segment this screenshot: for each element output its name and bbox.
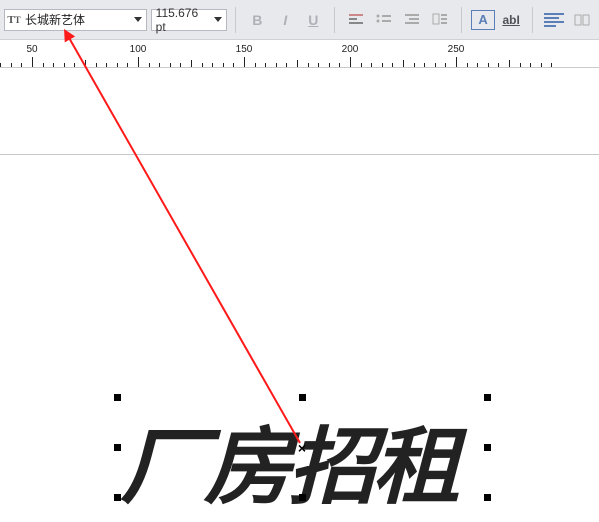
selection-handle-mr[interactable] [484,444,491,451]
ruler-label: 100 [130,44,147,55]
separator [334,7,335,33]
char-format-button[interactable]: A [470,7,496,33]
align-button-1[interactable] [343,7,369,33]
selection-handle-br[interactable] [484,494,491,501]
text-style-group: B I U [244,7,326,33]
selection-handle-ml[interactable] [114,444,121,451]
text-direction-button[interactable]: abI [498,7,524,33]
chevron-down-icon[interactable] [210,17,226,22]
bullet-list-button[interactable] [371,7,397,33]
ruler-label: 150 [236,44,253,55]
horizontal-ruler[interactable]: 50 100 150 200 250 [0,40,599,68]
indent-button[interactable] [399,7,425,33]
font-name-value: 长城新艺体 [23,11,130,28]
underline-button[interactable]: U [300,7,326,33]
selection-handle-bm[interactable] [299,494,306,501]
chevron-down-icon[interactable] [130,17,146,22]
artistic-text-object[interactable]: 厂房招租 [120,400,456,521]
selection-center-icon[interactable]: × [298,440,306,456]
selection-handle-tl[interactable] [114,394,121,401]
selection-handle-tm[interactable] [299,394,306,401]
text-effect-group: A abI [470,7,524,33]
ruler-ticks: 50 100 150 200 250 [0,40,599,67]
panel-divider [0,154,599,155]
italic-button[interactable]: I [272,7,298,33]
font-family-dropdown[interactable]: TT 长城新艺体 [4,9,147,31]
ruler-label: 200 [342,44,359,55]
font-size-dropdown[interactable]: 115.676 pt [151,9,228,31]
ruler-label: 250 [448,44,465,55]
bold-button[interactable]: B [244,7,270,33]
ruler-label: 50 [26,44,37,55]
font-size-value: 115.676 pt [152,6,211,34]
dropcap-button[interactable] [427,7,453,33]
boxed-a-icon: A [471,10,495,30]
align-lines-icon [544,13,564,27]
separator [235,7,236,33]
alignment-group [343,7,453,33]
truetype-icon: TT [5,14,23,26]
text-toolbar: TT 长城新艺体 115.676 pt B I U A [0,0,599,40]
separator [532,7,533,33]
options-button[interactable] [569,7,595,33]
selection-handle-bl[interactable] [114,494,121,501]
separator [461,7,462,33]
columns-group [541,7,595,33]
columns-button[interactable] [541,7,567,33]
selection-handle-tr[interactable] [484,394,491,401]
